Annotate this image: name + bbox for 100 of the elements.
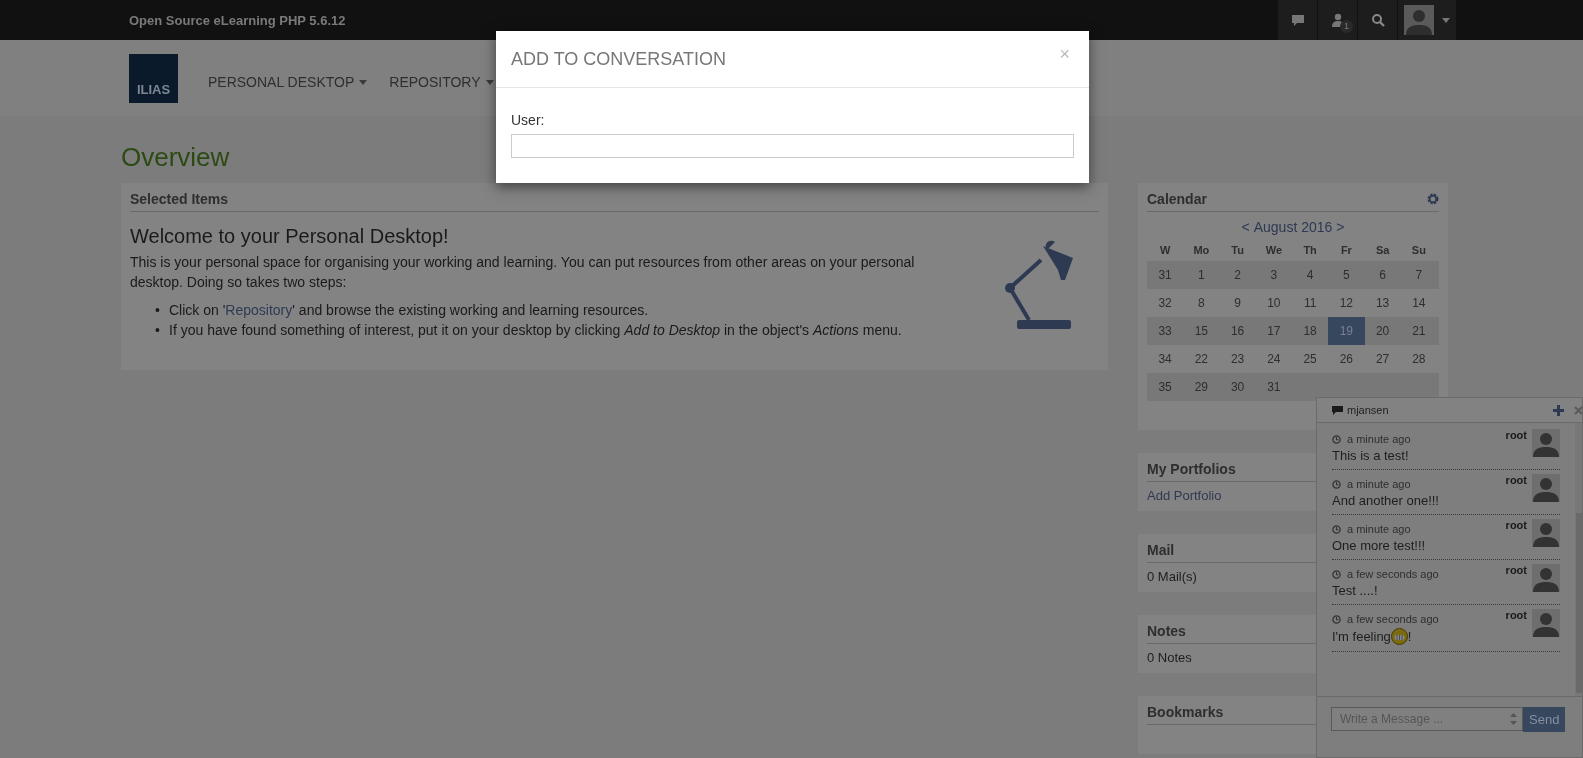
weekday-header: Sa <box>1374 243 1391 258</box>
logo[interactable]: ILIAS <box>129 53 178 103</box>
desk-lamp-icon <box>1003 238 1075 330</box>
previous-month-link[interactable]: < <box>1241 219 1250 235</box>
plus-icon[interactable] <box>1553 404 1564 416</box>
calendar-day[interactable]: 17 <box>1255 317 1292 345</box>
field-label: User: <box>511 112 546 128</box>
avatar-icon <box>1532 609 1560 637</box>
week-number: 35 <box>1157 379 1173 396</box>
weekday-header: We <box>1264 243 1284 258</box>
calendar-day[interactable]: 13 <box>1364 289 1401 317</box>
page-title: Overview <box>121 142 230 173</box>
step-text: Click on 'Repository' and browse the existing working and learning resources. <box>169 301 649 320</box>
avatar-icon <box>1404 5 1434 35</box>
weekday-header: Th <box>1302 243 1318 258</box>
send-button[interactable]: Send <box>1523 707 1566 732</box>
speech-bubble-icon <box>1290 13 1305 27</box>
calendar-day[interactable]: 12 <box>1328 289 1365 317</box>
calendar-day[interactable]: 2 <box>1219 261 1256 289</box>
week-number: 34 <box>1157 351 1173 368</box>
calendar-day[interactable]: 11 <box>1292 289 1329 317</box>
next-month-link[interactable]: > <box>1336 219 1345 235</box>
search-icon <box>1370 13 1385 27</box>
month-label: August 2016 <box>1253 219 1333 235</box>
close-icon[interactable] <box>1574 405 1582 415</box>
calendar-day[interactable]: 3 <box>1255 261 1292 289</box>
author-name: root <box>1505 609 1527 621</box>
avatar-icon <box>1532 564 1560 592</box>
panel-title: Selected Items <box>130 191 1099 212</box>
intro-text: This is your personal space for organising your working and learning. You can put resources from other areas on your personal desktop. Doing so takes two steps: <box>130 253 916 292</box>
message-time: a few seconds ago <box>1347 613 1439 625</box>
calendar-day[interactable]: 6 <box>1364 261 1401 289</box>
clock-icon <box>1332 614 1341 624</box>
calendar-day[interactable]: 29 <box>1183 373 1220 401</box>
clock-icon <box>1332 434 1341 444</box>
weekday-header: Fr <box>1339 243 1353 258</box>
avatar-icon <box>1532 474 1560 502</box>
message-text: ! <box>1407 629 1412 644</box>
weekday-header: Su <box>1410 243 1427 258</box>
week-number: 31 <box>1157 267 1173 284</box>
settings-icon[interactable] <box>1427 193 1439 205</box>
block-text: 0 Mail(s) <box>1147 569 1197 584</box>
calendar-day[interactable]: 1 <box>1183 261 1220 289</box>
message-text: And another one!!! <box>1332 493 1439 508</box>
message-text: I'm feeling <box>1332 629 1391 644</box>
author-name: root <box>1505 474 1527 486</box>
calendar-day[interactable]: 25 <box>1292 345 1329 373</box>
nav-menu[interactable]: PERSONAL DESKTOP <box>200 68 382 96</box>
search-button[interactable] <box>1357 0 1397 40</box>
author-name: root <box>1505 564 1527 576</box>
calendar-day[interactable]: 28 <box>1400 345 1437 373</box>
add-portfolio-link[interactable]: Add Portfolio <box>1147 488 1222 503</box>
chat-button[interactable] <box>1277 0 1317 40</box>
calendar-day[interactable]: 16 <box>1219 317 1256 345</box>
author-name: root <box>1505 429 1527 441</box>
calendar-day[interactable]: 18 <box>1292 317 1329 345</box>
calendar-day[interactable]: 26 <box>1328 345 1365 373</box>
calendar-day[interactable]: 8 <box>1183 289 1220 317</box>
user-field[interactable] <box>511 134 1074 158</box>
weekday-header: W <box>1158 243 1172 258</box>
speech-bubble-icon <box>1332 405 1343 415</box>
nav-menu[interactable]: REPOSITORY <box>381 68 508 96</box>
calendar-day[interactable]: 22 <box>1183 345 1220 373</box>
calendar-day[interactable]: 23 <box>1219 345 1256 373</box>
weekday-header: Tu <box>1230 243 1245 258</box>
calendar-day[interactable]: 24 <box>1255 345 1292 373</box>
week-number: 33 <box>1157 323 1173 340</box>
calendar-day[interactable]: 14 <box>1400 289 1437 317</box>
calendar-day[interactable]: 27 <box>1364 345 1401 373</box>
calendar-day[interactable]: 5 <box>1328 261 1365 289</box>
bullet: • <box>155 301 161 320</box>
calendar-day[interactable]: 19 <box>1328 317 1365 345</box>
block-text: 0 Notes <box>1147 650 1192 665</box>
message-time: a minute ago <box>1347 523 1411 535</box>
contacts-button[interactable]: 1 <box>1317 0 1357 40</box>
calendar-day[interactable]: 9 <box>1219 289 1256 317</box>
site-title: Open Source eLearning PHP 5.6.12 <box>129 12 346 28</box>
calendar-day[interactable]: 21 <box>1400 317 1437 345</box>
message-time: a few seconds ago <box>1347 568 1439 580</box>
dialog-title: ADD TO CONVERSATION <box>511 48 727 70</box>
calendar-day[interactable]: 15 <box>1183 317 1220 345</box>
grinning-emoji-icon <box>1390 628 1408 645</box>
clock-icon <box>1332 524 1341 534</box>
calendar-day[interactable]: 4 <box>1292 261 1329 289</box>
panel-title: Calendar <box>1147 191 1207 207</box>
user-menu-button[interactable] <box>1397 0 1456 40</box>
step-text: If you have found something of interest, put it on your desktop by clicking Add to Desktop in the object's Actions menu. <box>169 321 902 340</box>
calendar-day[interactable]: 10 <box>1255 289 1292 317</box>
calendar-day[interactable]: 31 <box>1255 373 1292 401</box>
weekday-header: Mo <box>1192 243 1211 258</box>
calendar-day[interactable]: 20 <box>1364 317 1401 345</box>
caret-icon <box>1442 17 1450 23</box>
message-text: This is a test! <box>1332 448 1409 463</box>
calendar-day[interactable]: 30 <box>1219 373 1256 401</box>
chat-title: mjansen <box>1347 404 1389 416</box>
welcome-heading: Welcome to your Personal Desktop! <box>130 225 450 248</box>
close-button[interactable]: × <box>1055 43 1074 65</box>
calendar-day[interactable]: 7 <box>1400 261 1437 289</box>
scrollbar[interactable] <box>1575 423 1582 696</box>
week-number: 32 <box>1157 295 1173 312</box>
